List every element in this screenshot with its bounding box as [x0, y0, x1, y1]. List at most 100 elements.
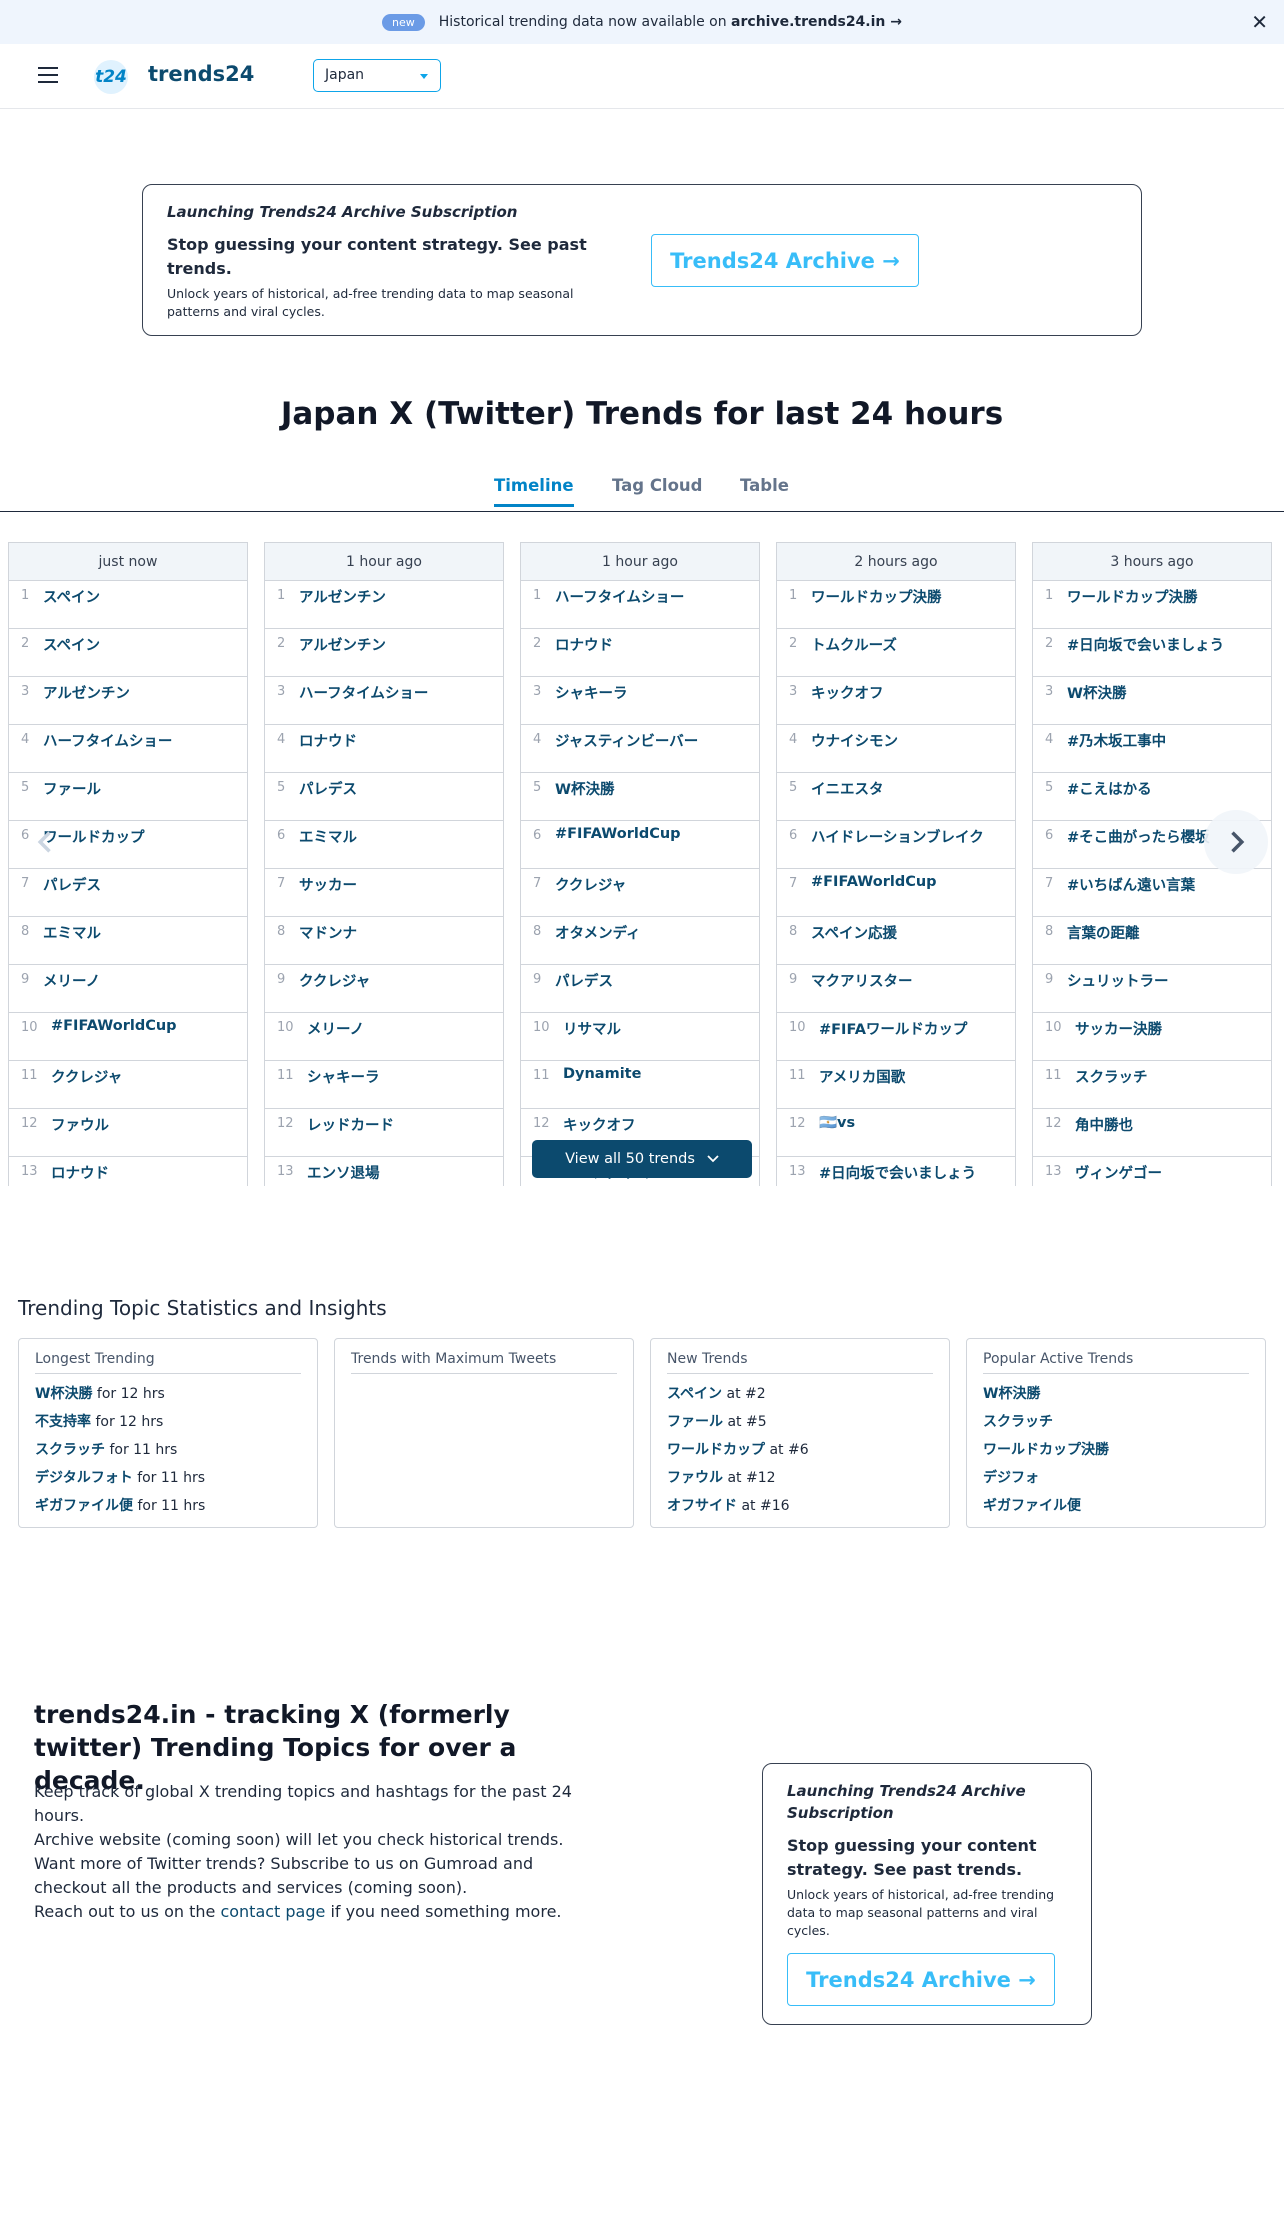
- trend-link[interactable]: リサマル: [563, 1018, 621, 1039]
- trend-link[interactable]: ファウル: [51, 1114, 109, 1135]
- trend-link[interactable]: パレデス: [43, 874, 101, 895]
- trend-row[interactable]: 3 ハーフタイムショー: [265, 677, 503, 725]
- trend-row[interactable]: 6 エミマル: [265, 821, 503, 869]
- trend-row[interactable]: 9 パレデス: [521, 965, 759, 1013]
- trend-link[interactable]: キックオフ: [563, 1114, 636, 1135]
- trend-link[interactable]: Dynamite: [563, 1066, 641, 1082]
- trend-link[interactable]: #乃木坂工事中: [1067, 730, 1166, 751]
- trend-link[interactable]: ハーフタイムショー: [299, 682, 428, 703]
- trend-link[interactable]: シャキーラ: [555, 682, 628, 703]
- trend-link[interactable]: 角中勝也: [1075, 1114, 1133, 1135]
- trend-row[interactable]: 12 ファウル: [9, 1109, 247, 1157]
- trend-link[interactable]: #FIFAWorldCup: [51, 1018, 177, 1034]
- trend-link[interactable]: レッドカード: [307, 1114, 394, 1135]
- trend-row[interactable]: 4 #乃木坂工事中: [1033, 725, 1271, 773]
- trend-row[interactable]: 8 マドンナ: [265, 917, 503, 965]
- trend-row[interactable]: 6 ハイドレーションブレイク: [777, 821, 1015, 869]
- trend-row[interactable]: 11 ククレジャ: [9, 1061, 247, 1109]
- stat-trend-link[interactable]: ワールドカップ決勝: [983, 1442, 1109, 1458]
- trend-row[interactable]: 4 ウナイシモン: [777, 725, 1015, 773]
- trend-link[interactable]: アルゼンチン: [299, 634, 386, 655]
- trend-row[interactable]: 7 #いちばん遠い言葉: [1033, 869, 1271, 917]
- trend-link[interactable]: W杯決勝: [1067, 682, 1127, 703]
- trend-link[interactable]: メリーノ: [307, 1018, 364, 1039]
- chevron-right-icon[interactable]: [1204, 810, 1268, 874]
- banner-archive-link[interactable]: archive.trends24.in →: [731, 14, 902, 30]
- tab-tag-cloud[interactable]: Tag Cloud: [612, 476, 702, 504]
- trend-link[interactable]: エミマル: [299, 826, 357, 847]
- trend-link[interactable]: #日向坂で会いましょう: [819, 1162, 976, 1183]
- stat-trend-link[interactable]: ギガファイル便: [983, 1498, 1081, 1514]
- trend-row[interactable]: 1 ワールドカップ決勝: [1033, 581, 1271, 629]
- trend-row[interactable]: 3 アルゼンチン: [9, 677, 247, 725]
- tab-timeline[interactable]: Timeline: [494, 476, 574, 507]
- trend-link[interactable]: メリーノ: [43, 970, 100, 991]
- trend-row[interactable]: 12 🇦🇷vs: [777, 1109, 1015, 1157]
- trend-link[interactable]: サッカー決勝: [1075, 1018, 1162, 1039]
- trend-row[interactable]: 3 キックオフ: [777, 677, 1015, 725]
- trend-link[interactable]: スペイン: [43, 634, 100, 655]
- archive-cta-button[interactable]: Trends24 Archive →: [787, 1953, 1055, 2006]
- trend-link[interactable]: 🇦🇷vs: [819, 1114, 855, 1131]
- trend-row[interactable]: 3 W杯決勝: [1033, 677, 1271, 725]
- trend-link[interactable]: ロナウド: [51, 1162, 109, 1183]
- trend-row[interactable]: 7 パレデス: [9, 869, 247, 917]
- trend-link[interactable]: #こえはかる: [1067, 778, 1152, 799]
- close-icon[interactable]: ✕: [1251, 10, 1268, 34]
- stat-trend-link[interactable]: スクラッチ: [983, 1414, 1053, 1430]
- trend-link[interactable]: シュリットラー: [1067, 970, 1169, 991]
- trend-link[interactable]: スペイン応援: [811, 922, 897, 943]
- trend-row[interactable]: 1 ワールドカップ決勝: [777, 581, 1015, 629]
- hamburger-icon[interactable]: [38, 67, 58, 83]
- trend-link[interactable]: オタメンディ: [555, 922, 641, 943]
- trend-row[interactable]: 9 マクアリスター: [777, 965, 1015, 1013]
- trend-link[interactable]: #FIFAWorldCup: [811, 874, 937, 890]
- trend-link[interactable]: ジャスティンビーバー: [555, 730, 698, 751]
- archive-cta-button[interactable]: Trends24 Archive →: [651, 234, 919, 287]
- trend-row[interactable]: 10 #FIFAWorldCup: [9, 1013, 247, 1061]
- logo-mark[interactable]: t24: [94, 60, 128, 94]
- stat-trend-link[interactable]: ファール: [667, 1414, 723, 1430]
- trend-link[interactable]: エミマル: [43, 922, 101, 943]
- trend-row[interactable]: 9 シュリットラー: [1033, 965, 1271, 1013]
- country-select[interactable]: Japan: [313, 59, 441, 92]
- trend-row[interactable]: 13 ロナウド: [9, 1157, 247, 1186]
- trend-link[interactable]: 言葉の距離: [1067, 922, 1140, 943]
- trend-link[interactable]: #FIFAWorldCup: [555, 826, 681, 842]
- stat-trend-link[interactable]: 不支持率: [35, 1414, 91, 1430]
- stat-trend-link[interactable]: オフサイド: [667, 1498, 737, 1514]
- trend-link[interactable]: パレデス: [555, 970, 613, 991]
- trend-link[interactable]: サッカー: [299, 874, 357, 895]
- trend-row[interactable]: 1 アルゼンチン: [265, 581, 503, 629]
- view-all-trends-button[interactable]: View all 50 trends: [532, 1140, 752, 1178]
- trend-link[interactable]: ヴィンゲゴー: [1075, 1162, 1162, 1183]
- trend-row[interactable]: 11 シャキーラ: [265, 1061, 503, 1109]
- trend-row[interactable]: 9 メリーノ: [9, 965, 247, 1013]
- trend-link[interactable]: シャキーラ: [307, 1066, 380, 1087]
- trend-link[interactable]: #FIFAワールドカップ: [819, 1018, 967, 1039]
- trend-link[interactable]: イニエスタ: [811, 778, 884, 799]
- stat-trend-link[interactable]: W杯決勝: [983, 1386, 1040, 1402]
- trend-link[interactable]: ロナウド: [299, 730, 357, 751]
- stat-trend-link[interactable]: ファウル: [667, 1470, 723, 1486]
- trend-row[interactable]: 3 シャキーラ: [521, 677, 759, 725]
- trend-link[interactable]: スペイン: [43, 586, 100, 607]
- stat-trend-link[interactable]: ギガファイル便: [35, 1498, 133, 1514]
- trend-row[interactable]: 5 パレデス: [265, 773, 503, 821]
- trend-row[interactable]: 8 オタメンディ: [521, 917, 759, 965]
- trend-link[interactable]: ワールドカップ決勝: [1067, 586, 1198, 607]
- trend-row[interactable]: 12 レッドカード: [265, 1109, 503, 1157]
- trend-link[interactable]: ハーフタイムショー: [43, 730, 172, 751]
- trend-row[interactable]: 2 アルゼンチン: [265, 629, 503, 677]
- trend-row[interactable]: 2 #日向坂で会いましょう: [1033, 629, 1271, 677]
- trend-row[interactable]: 5 W杯決勝: [521, 773, 759, 821]
- trend-link[interactable]: ワールドカップ決勝: [811, 586, 942, 607]
- logo-text[interactable]: trends24: [148, 62, 254, 86]
- trend-row[interactable]: 11 Dynamite: [521, 1061, 759, 1109]
- trend-row[interactable]: 11 アメリカ国歌: [777, 1061, 1015, 1109]
- trend-row[interactable]: 6 #FIFAWorldCup: [521, 821, 759, 869]
- chevron-left-icon[interactable]: [14, 810, 78, 874]
- trend-row[interactable]: 7 ククレジャ: [521, 869, 759, 917]
- trend-link[interactable]: アルゼンチン: [299, 586, 386, 607]
- trend-row[interactable]: 2 ロナウド: [521, 629, 759, 677]
